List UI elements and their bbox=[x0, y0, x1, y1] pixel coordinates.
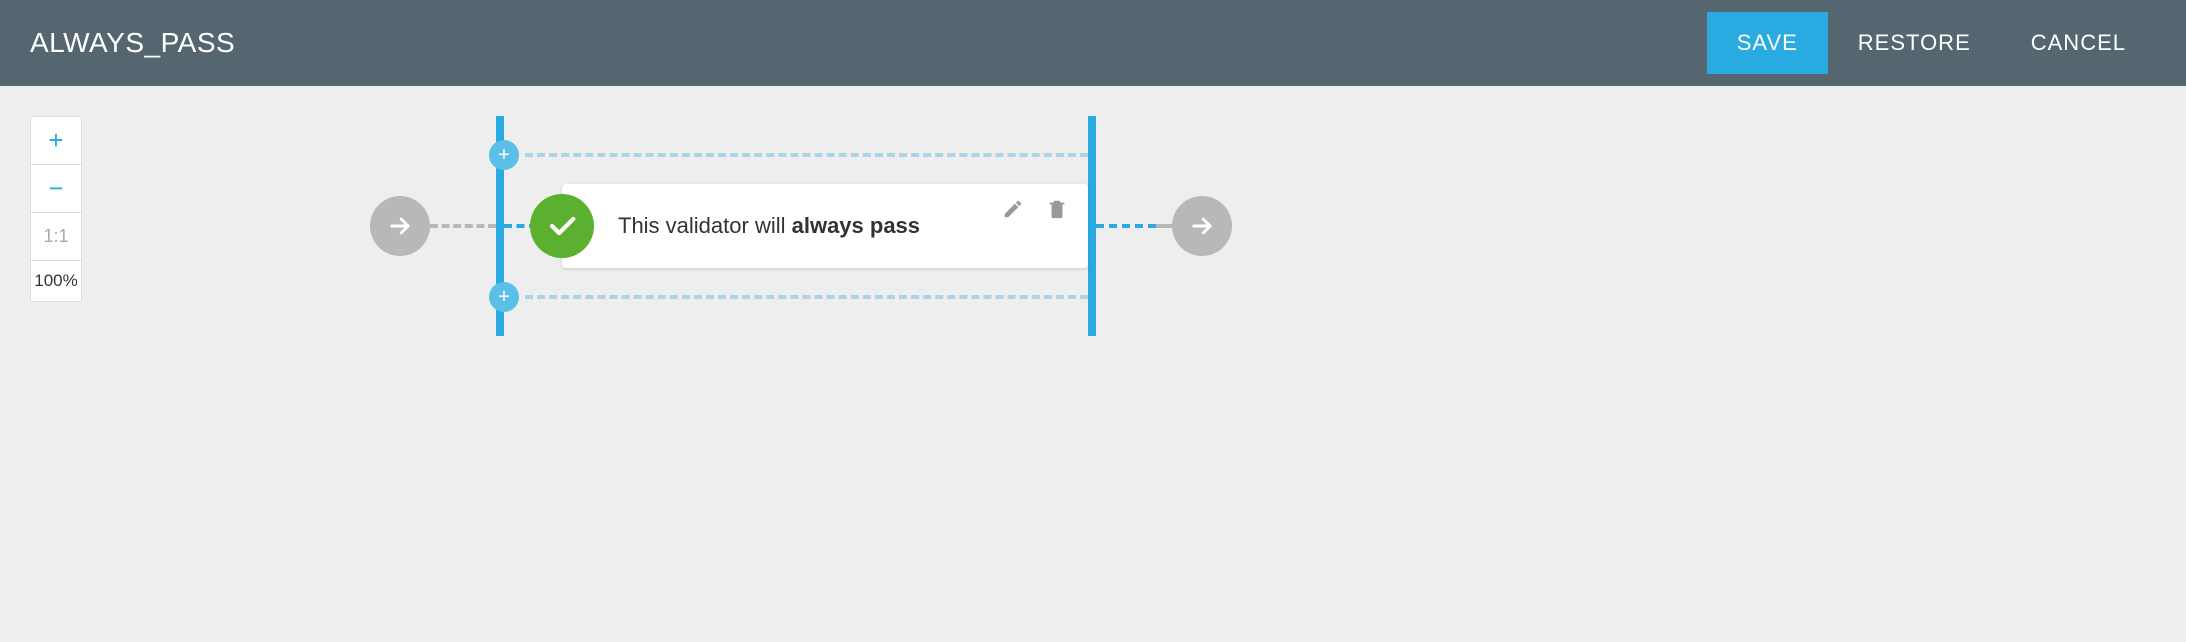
flow-start-node[interactable] bbox=[370, 196, 430, 256]
save-button[interactable]: SAVE bbox=[1707, 12, 1828, 74]
flow-diagram: + This validator will always pass bbox=[370, 116, 1232, 336]
flow-end-node[interactable] bbox=[1172, 196, 1232, 256]
zoom-in-button[interactable]: + bbox=[31, 117, 81, 165]
add-bottom-row: + bbox=[504, 282, 1088, 312]
zoom-reset-button[interactable]: 1:1 bbox=[31, 213, 81, 261]
delete-icon[interactable] bbox=[1046, 198, 1068, 220]
page-title: ALWAYS_PASS bbox=[30, 27, 235, 59]
add-step-bottom-button[interactable]: + bbox=[489, 282, 519, 312]
add-step-top-button[interactable]: + bbox=[489, 140, 519, 170]
restore-button[interactable]: RESTORE bbox=[1828, 12, 2001, 74]
zoom-out-button[interactable]: − bbox=[31, 165, 81, 213]
cancel-button[interactable]: CANCEL bbox=[2001, 12, 2156, 74]
header-bar: ALWAYS_PASS SAVE RESTORE CANCEL bbox=[0, 0, 2186, 86]
arrow-right-icon bbox=[1188, 212, 1216, 240]
validator-text-bold: always pass bbox=[792, 213, 920, 238]
validator-card[interactable]: This validator will always pass bbox=[562, 184, 1088, 268]
validator-row: This validator will always pass bbox=[504, 184, 1088, 268]
connector-blue-right bbox=[1096, 224, 1156, 228]
header-actions: SAVE RESTORE CANCEL bbox=[1707, 12, 2156, 74]
add-top-row: + bbox=[504, 140, 1088, 170]
connector-gray bbox=[430, 224, 496, 228]
canvas-area[interactable]: + − 1:1 100% + This validator bbox=[0, 86, 2186, 642]
validator-text-prefix: This validator will bbox=[618, 213, 792, 238]
flow-center-block: + This validator will always pass bbox=[504, 116, 1088, 336]
check-icon bbox=[545, 209, 579, 243]
edit-icon[interactable] bbox=[1002, 198, 1024, 220]
validator-text: This validator will always pass bbox=[618, 213, 920, 239]
card-actions bbox=[1002, 198, 1068, 220]
connector-gray-right bbox=[1156, 224, 1172, 228]
zoom-controls: + − 1:1 100% bbox=[30, 116, 82, 302]
zoom-percent-label: 100% bbox=[31, 261, 81, 301]
add-connector-bottom bbox=[525, 295, 1088, 299]
status-badge bbox=[530, 194, 594, 258]
arrow-right-icon bbox=[386, 212, 414, 240]
add-connector-top bbox=[525, 153, 1088, 157]
flow-end-bar bbox=[1088, 116, 1096, 336]
